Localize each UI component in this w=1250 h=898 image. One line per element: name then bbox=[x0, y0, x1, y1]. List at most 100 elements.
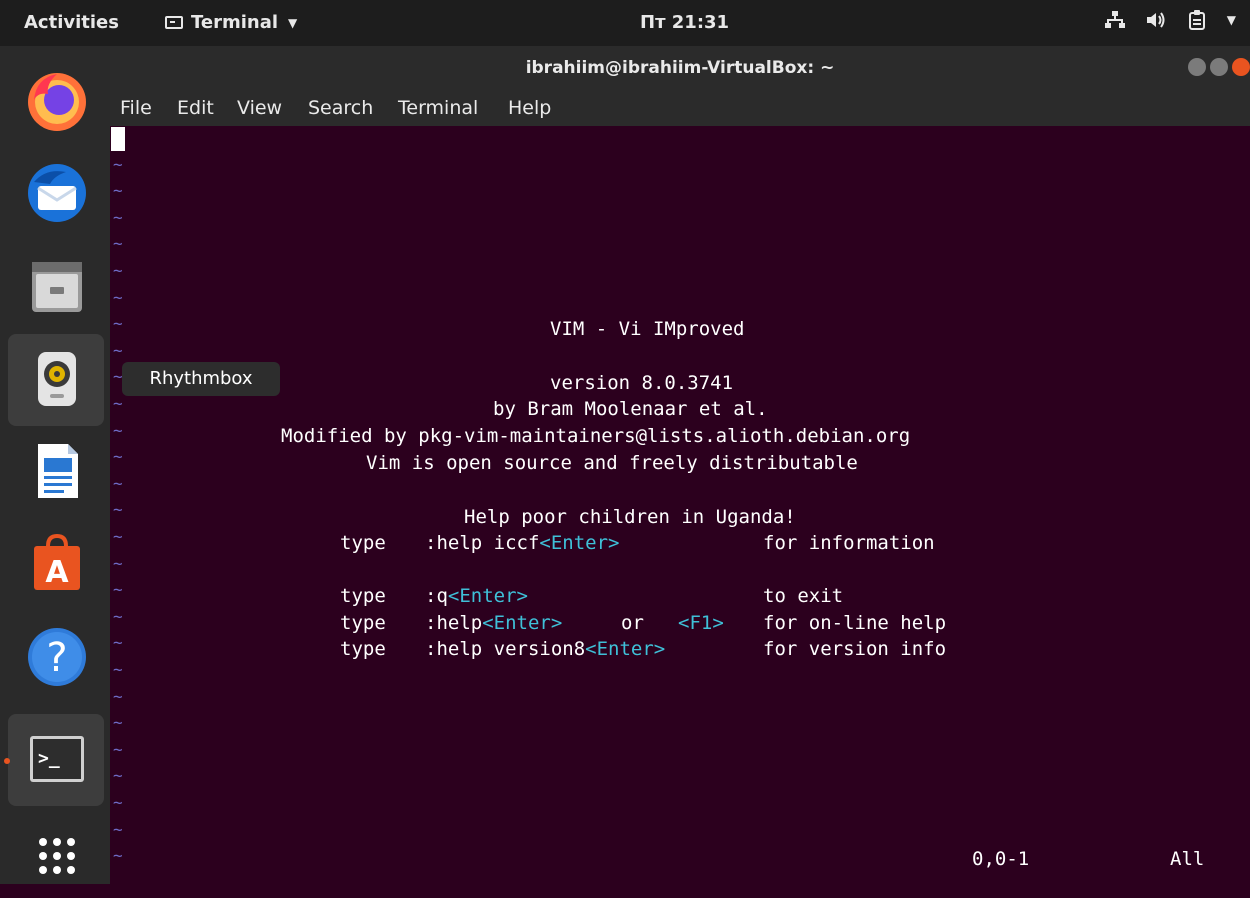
tilde-marker: ~ bbox=[113, 606, 123, 626]
window-title: ibrahiim@ibrahiim-VirtualBox: ~ bbox=[525, 58, 835, 78]
terminal-icon: >_ bbox=[30, 736, 84, 782]
chevron-down-icon: ▼ bbox=[288, 15, 298, 30]
tilde-marker: ~ bbox=[113, 420, 123, 440]
close-icon[interactable] bbox=[1232, 58, 1250, 76]
top-bar: Activities Terminal ▼ Пт 21:31 ▼ bbox=[0, 0, 1250, 46]
system-tray[interactable]: ▼ bbox=[1104, 10, 1236, 30]
app-menu[interactable]: Terminal ▼ bbox=[165, 12, 297, 33]
desc-quit: to exit bbox=[763, 585, 844, 607]
tilde-marker: ~ bbox=[113, 261, 123, 280]
volume-icon bbox=[1146, 12, 1165, 28]
network-icon bbox=[1104, 11, 1125, 28]
dock-tooltip: Rhythmbox bbox=[122, 362, 280, 396]
menu-edit[interactable]: Edit bbox=[177, 97, 214, 119]
tilde-marker: ~ bbox=[113, 154, 123, 174]
type-label: type bbox=[340, 638, 386, 660]
vim-license: Vim is open source and freely distributa… bbox=[366, 452, 858, 474]
vim-modified: Modified by pkg-vim-maintainers@lists.al… bbox=[281, 425, 911, 447]
dock-thunderbird[interactable] bbox=[8, 148, 104, 240]
tilde-marker: ~ bbox=[113, 793, 123, 812]
clock[interactable]: Пт 21:31 bbox=[640, 12, 729, 33]
or-label: or bbox=[621, 612, 644, 634]
help-icon: ? bbox=[28, 628, 86, 686]
tilde-marker: ~ bbox=[113, 553, 123, 573]
enter-key: <Enter> bbox=[539, 532, 620, 554]
tilde-marker: ~ bbox=[113, 580, 123, 600]
system-menu-chevron-icon: ▼ bbox=[1226, 13, 1236, 27]
activities-button[interactable]: Activities bbox=[24, 12, 119, 33]
text-cursor bbox=[111, 127, 125, 151]
tilde-marker: ~ bbox=[113, 846, 123, 866]
tilde-marker: ~ bbox=[113, 447, 123, 467]
vim-author: by Bram Moolenaar et al. bbox=[493, 398, 768, 420]
vim-title: VIM - Vi IMproved bbox=[550, 318, 745, 340]
tilde-marker: ~ bbox=[113, 181, 123, 201]
menu-bar: File Edit View Search Terminal Help bbox=[110, 90, 1250, 126]
svg-text:A: A bbox=[45, 555, 69, 590]
menu-file[interactable]: File bbox=[120, 97, 152, 119]
cmd-help: :help<Enter> bbox=[425, 612, 563, 634]
minimize-icon[interactable] bbox=[1188, 58, 1206, 76]
dock-firefox[interactable] bbox=[8, 56, 104, 148]
tilde-marker: ~ bbox=[113, 633, 123, 653]
vim-version: version 8.0.3741 bbox=[550, 372, 734, 394]
cmd-quit: :q<Enter> bbox=[425, 585, 528, 607]
tilde-marker: ~ bbox=[113, 819, 123, 839]
menu-search[interactable]: Search bbox=[308, 97, 373, 119]
type-label: type bbox=[340, 612, 386, 634]
window-titlebar[interactable]: ibrahiim@ibrahiim-VirtualBox: ~ bbox=[110, 46, 1250, 90]
tilde-marker: ~ bbox=[113, 766, 123, 786]
ubuntu-software-icon: A bbox=[34, 533, 80, 590]
terminal-window: ibrahiim@ibrahiim-VirtualBox: ~ File Edi… bbox=[110, 46, 1250, 884]
desc-iccf: for information bbox=[763, 532, 935, 554]
maximize-icon[interactable] bbox=[1210, 58, 1228, 76]
dock-show-applications[interactable] bbox=[8, 806, 104, 898]
tilde-marker: ~ bbox=[113, 500, 123, 520]
thunderbird-icon bbox=[28, 164, 86, 222]
tilde-marker: ~ bbox=[113, 234, 123, 254]
tilde-marker: ~ bbox=[113, 713, 123, 733]
tilde-marker: ~ bbox=[113, 340, 123, 360]
tilde-marker: ~ bbox=[113, 473, 123, 493]
rhythmbox-icon bbox=[38, 352, 76, 406]
tilde-marker: ~ bbox=[113, 394, 123, 413]
cmd-version: :help version8<Enter> bbox=[425, 638, 666, 660]
files-icon bbox=[32, 262, 82, 312]
svg-text:>_: >_ bbox=[38, 748, 60, 769]
libreoffice-writer-icon bbox=[38, 444, 78, 498]
svg-text:?: ? bbox=[46, 635, 67, 681]
dock-files[interactable] bbox=[8, 240, 104, 332]
tilde-marker: ~ bbox=[113, 660, 123, 679]
status-position: 0,0-1 bbox=[972, 848, 1030, 870]
tilde-marker: ~ bbox=[113, 287, 123, 307]
desc-help: for on-line help bbox=[763, 612, 947, 634]
terminal-content[interactable]: ~ ~ ~ ~ ~ ~ ~ ~ ~ ~ ~ ~ ~ ~ ~ ~ ~ ~ ~ ~ ~ ~ ~ ~ ~ ~ ~ VIM - Vi IMp… bbox=[110, 126, 1250, 884]
tilde-marker: ~ bbox=[113, 314, 123, 334]
dock-ubuntu-software[interactable]: A bbox=[8, 518, 104, 610]
status-all: All bbox=[1170, 848, 1205, 870]
menu-terminal[interactable]: Terminal bbox=[398, 97, 478, 119]
dock-libreoffice-writer[interactable] bbox=[8, 426, 104, 518]
menu-view[interactable]: View bbox=[237, 97, 282, 119]
f1-key: <F1> bbox=[678, 612, 724, 634]
dock-rhythmbox[interactable] bbox=[8, 334, 104, 426]
cmd-iccf: :help iccf<Enter> bbox=[425, 532, 620, 554]
dock-terminal[interactable]: >_ bbox=[4, 714, 104, 806]
dock-help[interactable]: ? bbox=[8, 612, 104, 704]
type-label: type bbox=[340, 585, 386, 607]
tilde-marker: ~ bbox=[113, 207, 123, 227]
enter-key: <Enter> bbox=[585, 638, 666, 660]
dock: A ? >_ bbox=[0, 46, 110, 884]
firefox-icon bbox=[28, 73, 86, 131]
clipboard-icon bbox=[1188, 10, 1205, 30]
type-label: type bbox=[340, 532, 386, 554]
tilde-marker: ~ bbox=[113, 739, 123, 759]
app-menu-label: Terminal bbox=[191, 12, 279, 33]
running-indicator bbox=[4, 758, 10, 764]
enter-key: <Enter> bbox=[482, 612, 563, 634]
enter-key: <Enter> bbox=[447, 585, 528, 607]
menu-help[interactable]: Help bbox=[508, 97, 551, 119]
window-controls bbox=[1188, 58, 1250, 76]
tilde-marker: ~ bbox=[113, 527, 123, 546]
tilde-marker: ~ bbox=[113, 686, 123, 706]
